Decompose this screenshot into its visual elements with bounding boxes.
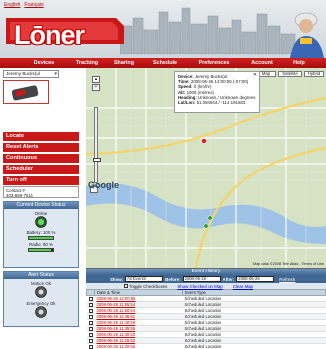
info-latlon-label: Lat/Lon: bbox=[178, 100, 196, 106]
nav-account[interactable]: Account bbox=[242, 60, 282, 66]
pan-up-icon[interactable]: ▴ bbox=[92, 76, 100, 83]
close-icon[interactable]: ✕ bbox=[253, 72, 257, 78]
radio-meter bbox=[28, 248, 54, 252]
event-type: Scheduled Location bbox=[182, 343, 326, 349]
logo-wordmark: Lōner bbox=[14, 20, 85, 50]
toggle-checkboxes-label: Toggle Checkboxes bbox=[129, 283, 168, 289]
device-select-value: Jeremy Bucks(ul bbox=[6, 71, 40, 76]
show-checked-on-map-link[interactable]: Show Checked on Map bbox=[177, 284, 222, 289]
nav-tracking[interactable]: Tracking bbox=[70, 60, 104, 66]
scheduler-button[interactable]: Scheduler bbox=[3, 165, 79, 174]
event-type-select[interactable]: All Events bbox=[125, 276, 164, 282]
nav-preferences[interactable]: Preferences bbox=[186, 60, 242, 66]
show-label: Show: bbox=[110, 276, 124, 282]
motion-label: Motion Ok bbox=[30, 281, 51, 286]
device-status-title: Current Device Status bbox=[4, 202, 78, 209]
row-checkbox[interactable] bbox=[88, 302, 93, 307]
emergency-indicator-icon bbox=[35, 306, 47, 318]
event-rows: 2008-06-26 12:00:55 Scheduled Location 200… bbox=[86, 295, 326, 349]
contact-number: 403-669-7511 bbox=[6, 193, 34, 198]
main-nav: Devices Tracking Sharing Schedule Prefer… bbox=[0, 58, 326, 68]
map-type-hybrid[interactable]: Hybrid bbox=[304, 71, 324, 77]
continuous-button[interactable]: Continuous bbox=[3, 154, 79, 163]
locate-button[interactable]: Locate bbox=[3, 132, 79, 141]
nav-help[interactable]: Help bbox=[282, 60, 316, 66]
row-checkbox-cell bbox=[86, 325, 95, 332]
row-checkbox-cell bbox=[86, 307, 95, 314]
checkbox[interactable] bbox=[124, 284, 128, 289]
battery-label: Battery: 100 % bbox=[26, 230, 56, 235]
after-label: After: bbox=[222, 276, 235, 282]
zoom-in-button[interactable]: + bbox=[92, 84, 100, 91]
row-checkbox-cell bbox=[86, 301, 95, 308]
event-datetime-link[interactable]: 2008-06-26 11:20:55 bbox=[94, 343, 183, 349]
sidebar: Jeremy Bucks(ul ▾ Locate Reset Alerts Co… bbox=[0, 68, 85, 349]
radio-label: Radio: 90 % bbox=[29, 242, 53, 247]
map-credit: Map data ©2008 Tele Atlas - Terms of Use bbox=[252, 262, 324, 266]
location-info-window: ✕ Device: Jeremy Bucks(ul Time: 2008-06-… bbox=[174, 71, 260, 113]
google-logo: Google bbox=[88, 180, 119, 190]
header-banner: English Français Lōner bbox=[0, 0, 326, 58]
device-select[interactable]: Jeremy Bucks(ul ▾ bbox=[3, 70, 59, 78]
refresh-link[interactable]: Refresh bbox=[279, 277, 295, 282]
row-checkbox[interactable] bbox=[88, 326, 93, 331]
zoom-slider-thumb[interactable] bbox=[93, 158, 101, 162]
turn-off-button[interactable]: Turn off bbox=[3, 176, 79, 185]
alert-status-panel: Alert Status Motion Ok Emergency Ok bbox=[3, 271, 79, 327]
worker-photo bbox=[290, 12, 324, 58]
location-marker[interactable] bbox=[203, 223, 209, 229]
emergency-label: Emergency Ok bbox=[26, 301, 56, 306]
online-indicator-icon bbox=[35, 216, 47, 228]
toggle-checkboxes[interactable]: Toggle Checkboxes bbox=[124, 284, 167, 289]
radio-meter-fill bbox=[29, 249, 51, 251]
row-checkbox-cell bbox=[86, 337, 95, 344]
zoom-control: ▴ + − bbox=[90, 75, 102, 193]
motion-indicator-icon bbox=[35, 286, 47, 298]
row-checkbox[interactable] bbox=[88, 344, 93, 349]
francais-link[interactable]: Français bbox=[24, 2, 43, 8]
history-filter-row: Show: All Events Before: 2008-06-18 Afte… bbox=[86, 275, 326, 283]
row-checkbox[interactable] bbox=[88, 320, 93, 325]
before-label: Before: bbox=[165, 276, 181, 282]
clear-map-link[interactable]: Clear Map bbox=[233, 284, 253, 289]
alert-status-title: Alert Status bbox=[4, 272, 78, 279]
after-date-input[interactable]: 2008-06-26 bbox=[236, 276, 275, 282]
table-row[interactable]: 2008-06-26 11:20:55 Scheduled Location bbox=[86, 343, 326, 349]
device-image bbox=[3, 80, 49, 104]
before-date-input[interactable]: 2008-06-18 bbox=[182, 276, 221, 282]
row-checkbox[interactable] bbox=[88, 308, 93, 313]
language-links: English Français bbox=[4, 2, 48, 8]
english-link[interactable]: English bbox=[4, 2, 20, 8]
nav-sharing[interactable]: Sharing bbox=[104, 60, 144, 66]
nav-devices[interactable]: Devices bbox=[18, 60, 70, 66]
contact-box: Contact # 403-669-7511 bbox=[3, 186, 79, 198]
map-view[interactable]: Map Satellite Hybrid ▴ + − ✕ Device: Jer… bbox=[86, 68, 326, 268]
event-table: Date & Time Event Type 2008-06-26 12:00:… bbox=[86, 289, 326, 349]
map-type-satellite[interactable]: Satellite bbox=[278, 71, 302, 77]
info-latlon-value: 51.084944 / -114.191583 bbox=[196, 100, 246, 106]
reset-alerts-button[interactable]: Reset Alerts bbox=[3, 143, 79, 152]
row-checkbox-cell bbox=[86, 331, 95, 338]
nav-schedule[interactable]: Schedule bbox=[144, 60, 186, 66]
row-checkbox-cell bbox=[86, 313, 95, 320]
zoom-slider[interactable] bbox=[93, 107, 101, 183]
row-checkbox[interactable] bbox=[88, 296, 93, 301]
battery-meter bbox=[28, 236, 54, 240]
row-checkbox-cell bbox=[86, 295, 95, 302]
chevron-down-icon: ▾ bbox=[54, 71, 57, 77]
row-checkbox[interactable] bbox=[88, 314, 93, 319]
battery-meter-fill bbox=[29, 237, 53, 239]
row-checkbox[interactable] bbox=[88, 332, 93, 337]
row-checkbox-cell bbox=[86, 319, 95, 326]
location-marker[interactable] bbox=[201, 138, 207, 144]
event-history-panel: Event History Show: All Events Before: 2… bbox=[86, 268, 326, 349]
device-status-panel: Current Device Status Online Battery: 10… bbox=[3, 201, 79, 268]
online-label: Online bbox=[34, 211, 48, 216]
location-marker[interactable] bbox=[207, 215, 213, 221]
row-checkbox[interactable] bbox=[88, 338, 93, 343]
row-checkbox-cell bbox=[86, 343, 95, 349]
